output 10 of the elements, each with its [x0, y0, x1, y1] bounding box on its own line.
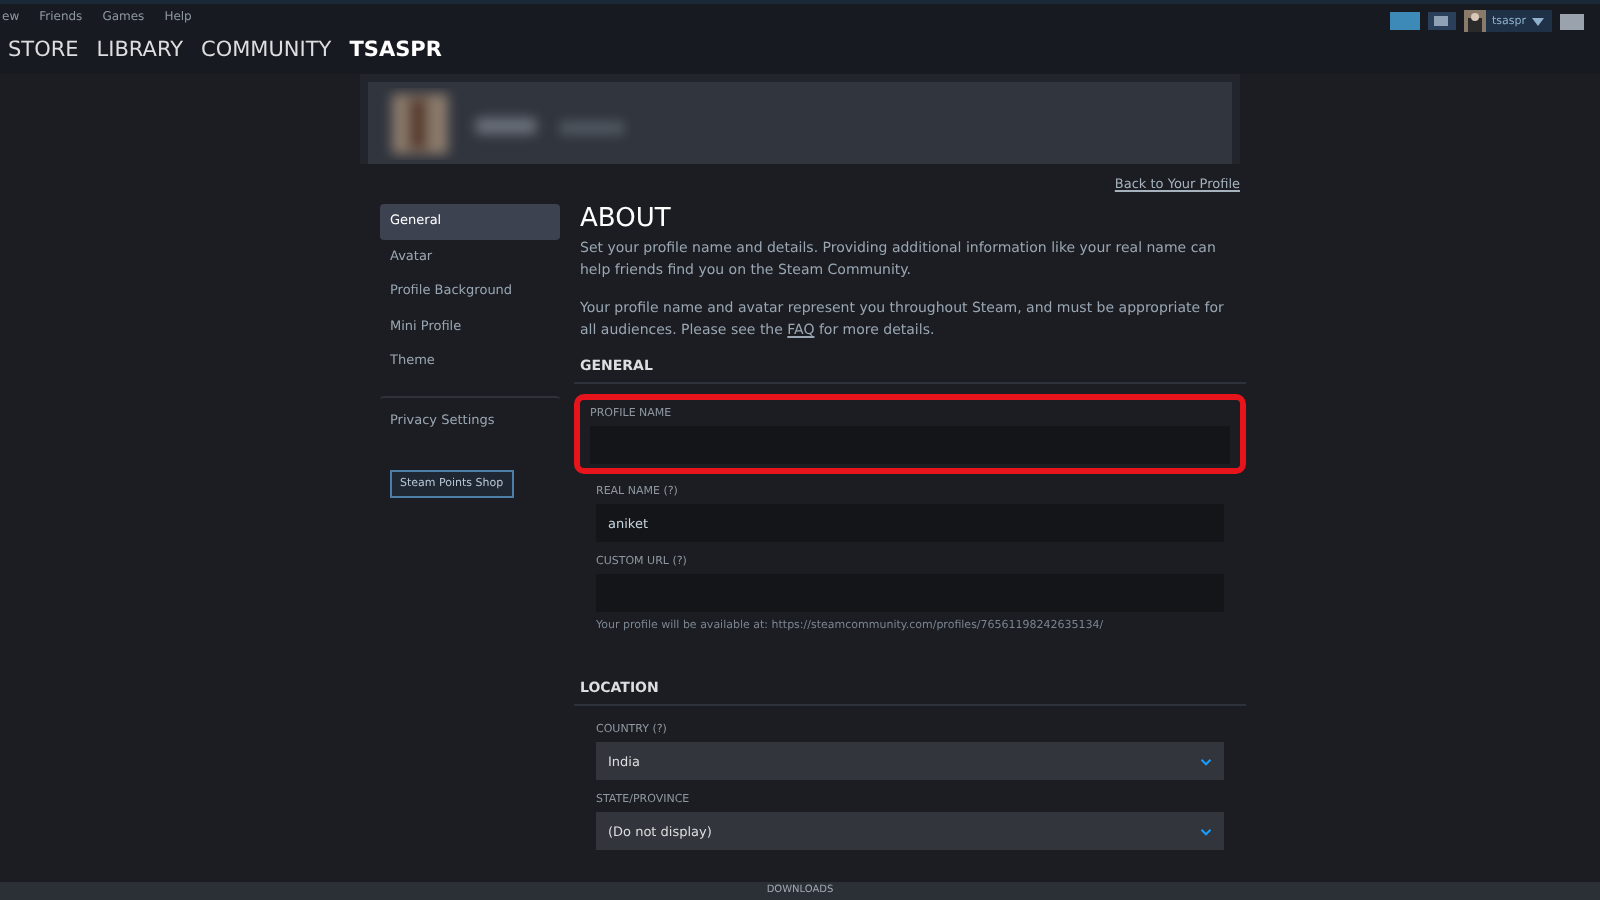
inbox-button[interactable] — [1427, 12, 1456, 30]
announcement-button[interactable] — [1389, 12, 1420, 30]
nav-tab[interactable]: STORE — [8, 36, 79, 64]
chevron-down-icon — [1200, 827, 1212, 835]
nav-tab[interactable]: LIBRARY — [96, 36, 184, 64]
chevron-down-icon — [1200, 757, 1212, 765]
nav-tab[interactable]: TSASPR — [349, 36, 442, 64]
page-title: ABOUT — [580, 204, 673, 234]
caret-icon — [1532, 17, 1544, 25]
nav-tab[interactable]: COMMUNITY — [201, 36, 332, 64]
